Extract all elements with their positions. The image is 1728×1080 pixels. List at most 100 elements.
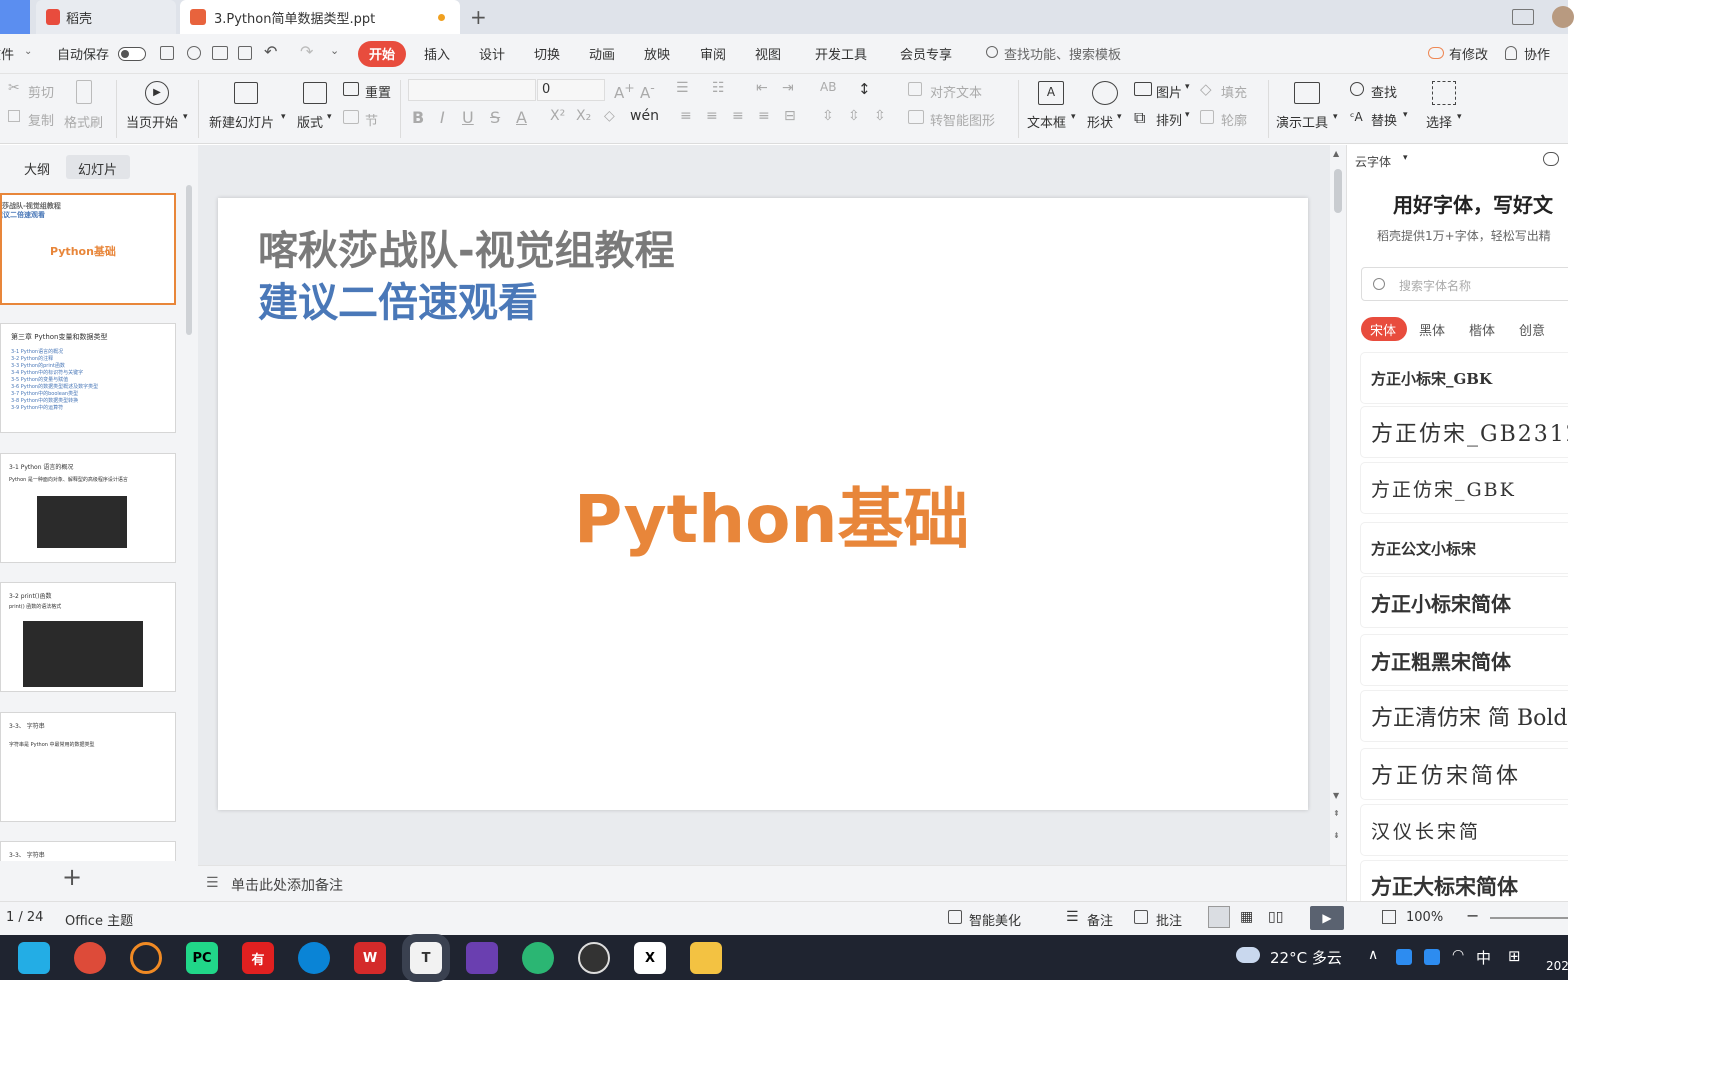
replace-icon[interactable]: ᶜA xyxy=(1350,110,1363,124)
picture-icon[interactable] xyxy=(1134,82,1152,96)
shape-button[interactable]: 形状 xyxy=(1087,112,1113,131)
youdao-icon[interactable]: 有 xyxy=(242,942,274,974)
slide-thumbnail-2[interactable]: 第三章 Python变量和数据类型 3-1 Python语言的概况 3-2 Py… xyxy=(0,323,176,433)
pinyin-icon[interactable]: wén xyxy=(630,108,659,124)
scroll-up-icon[interactable]: ▲ xyxy=(1333,149,1339,158)
app-green-icon[interactable] xyxy=(522,942,554,974)
present-tool-icon[interactable] xyxy=(1294,82,1320,104)
select-icon[interactable] xyxy=(1432,81,1456,105)
menu-tab-review[interactable]: 审阅 xyxy=(700,44,726,63)
new-slide-icon[interactable] xyxy=(234,82,258,104)
save-icon[interactable] xyxy=(160,46,174,60)
reset-icon[interactable] xyxy=(343,82,359,96)
tab-home[interactable]: 稻壳 xyxy=(36,0,176,34)
undo-icon[interactable]: ↶ xyxy=(264,42,277,61)
slide-thumbnail-5[interactable]: 3-3、 字符串 字符串是 Python 中最常用的数据类型 xyxy=(0,712,176,822)
chat-icon[interactable] xyxy=(1543,152,1559,166)
align-center-icon[interactable]: ≡ xyxy=(706,108,718,124)
customize-icon[interactable]: ⌄ xyxy=(330,44,339,57)
play-icon[interactable]: ▶ xyxy=(145,81,169,105)
column-icon[interactable]: ⇳ xyxy=(874,108,886,124)
slide-center-text[interactable]: Python基础 xyxy=(574,466,969,562)
menu-tab-view[interactable]: 视图 xyxy=(755,44,781,63)
zoom-slider[interactable] xyxy=(1490,917,1568,919)
edge-icon[interactable] xyxy=(298,942,330,974)
ime-indicator[interactable]: 中 xyxy=(1476,947,1491,968)
slide-thumbnail-3[interactable]: 3-1 Python 语言的概况 Python 是一种面向对象、解释型的高级程序… xyxy=(0,453,176,563)
font-item[interactable]: 方正小标宋_GBK xyxy=(1361,353,1568,403)
typora-icon[interactable]: T xyxy=(402,934,450,982)
font-item[interactable]: 方正清仿宋 简 Bold xyxy=(1361,691,1568,741)
tray-expand-icon[interactable]: ∧ xyxy=(1368,947,1378,963)
text-box-button[interactable]: 文本框 xyxy=(1027,112,1066,131)
ime-mode-icon[interactable]: ⊞ xyxy=(1508,947,1521,965)
category-kaiti[interactable]: 楷体 xyxy=(1469,320,1495,339)
tab-outline[interactable]: 大纲 xyxy=(24,159,50,178)
find-button[interactable]: 查找 xyxy=(1371,82,1397,101)
menu-tab-member[interactable]: 会员专享 xyxy=(900,44,952,63)
obs-icon[interactable] xyxy=(578,942,610,974)
align-left-icon[interactable]: ≡ xyxy=(680,108,692,124)
find-icon[interactable] xyxy=(1350,82,1364,96)
menu-tab-design[interactable]: 设计 xyxy=(479,44,505,63)
wps-icon[interactable]: W xyxy=(354,942,386,974)
user-avatar[interactable] xyxy=(1552,6,1574,28)
present-tool-button[interactable]: 演示工具 xyxy=(1276,112,1328,131)
thumb-scrollbar[interactable] xyxy=(186,185,192,335)
clear-format-icon[interactable]: ◇ xyxy=(604,108,615,124)
visual-studio-icon[interactable] xyxy=(466,942,498,974)
collab-label[interactable]: 协作 xyxy=(1524,44,1550,63)
notes-area[interactable]: ☰ 单击此处添加备注 xyxy=(198,865,1346,901)
select-button[interactable]: 选择 xyxy=(1426,112,1452,131)
indent-increase-icon[interactable]: ⇥ xyxy=(782,80,794,96)
layout-icon[interactable] xyxy=(303,82,327,104)
wifi-icon[interactable]: ◠ xyxy=(1452,947,1464,963)
font-item[interactable]: 方正仿宋_GB2312 xyxy=(1361,407,1568,457)
arrange-icon[interactable]: ⧉ xyxy=(1134,108,1145,128)
current-slide[interactable]: 喀秋莎战队-视觉组教程 建议二倍速观看 Python基础 xyxy=(218,198,1308,810)
font-item[interactable]: 方正大标宋简体 xyxy=(1361,861,1568,901)
paragraph-spacing-icon[interactable]: ⇳ xyxy=(848,108,860,124)
cut-icon[interactable]: ✂ xyxy=(8,80,20,96)
print-icon[interactable] xyxy=(212,46,228,60)
justify-icon[interactable]: ≡ xyxy=(758,108,770,124)
bullet-list-icon[interactable]: ☰ xyxy=(676,80,689,96)
redo-icon[interactable]: ↷ xyxy=(300,42,313,61)
indent-decrease-icon[interactable]: ⇤ xyxy=(756,80,768,96)
smart-art-icon[interactable] xyxy=(908,110,924,124)
superscript-icon[interactable]: X² xyxy=(550,108,565,124)
layout-button[interactable]: 版式 xyxy=(297,112,323,131)
tray-app-icon[interactable] xyxy=(1396,949,1412,965)
subscript-icon[interactable]: X₂ xyxy=(576,108,591,124)
collab-icon[interactable] xyxy=(1505,46,1517,60)
chrome-icon[interactable] xyxy=(74,942,106,974)
replace-button[interactable]: 替换 xyxy=(1371,110,1397,129)
text-box-icon[interactable]: A xyxy=(1038,81,1064,105)
font-item[interactable]: 方正公文小标宋 xyxy=(1361,523,1568,573)
italic-icon[interactable]: I xyxy=(440,108,445,127)
tray-app-icon[interactable] xyxy=(1424,949,1440,965)
canvas-vertical-scrollbar[interactable]: ▲ ▼ ⇞ ⇟ xyxy=(1330,145,1346,865)
font-item[interactable]: 方正仿宋_GBK xyxy=(1361,463,1568,513)
outline-button[interactable]: 轮廓 xyxy=(1221,110,1247,129)
font-item[interactable]: 方正粗黑宋简体 xyxy=(1361,635,1568,685)
copy-button[interactable]: 复制 xyxy=(28,110,54,129)
comment-button[interactable]: 批注 xyxy=(1156,910,1182,929)
text-direction-icon[interactable]: AB xyxy=(820,80,836,94)
increase-font-icon[interactable]: A+ xyxy=(614,80,635,102)
scroll-down-icon[interactable]: ▼ xyxy=(1333,791,1339,800)
menu-tab-transition[interactable]: 切换 xyxy=(534,44,560,63)
menu-tab-animation[interactable]: 动画 xyxy=(589,44,615,63)
section-button[interactable]: 节 xyxy=(365,110,378,129)
pane-header[interactable]: 云字体 xyxy=(1355,153,1391,170)
picture-button[interactable]: 图片 xyxy=(1156,82,1182,101)
align-text-button[interactable]: 对齐文本 xyxy=(930,82,982,101)
bold-icon[interactable]: B xyxy=(412,108,424,127)
format-painter-icon[interactable] xyxy=(76,80,92,104)
font-color-icon[interactable]: A xyxy=(516,108,527,127)
section-icon[interactable] xyxy=(343,110,359,124)
app-icon[interactable] xyxy=(130,942,162,974)
menu-tab-insert[interactable]: 插入 xyxy=(424,44,450,63)
copy-icon[interactable] xyxy=(8,110,20,122)
smart-art-button[interactable]: 转智能图形 xyxy=(930,110,995,129)
